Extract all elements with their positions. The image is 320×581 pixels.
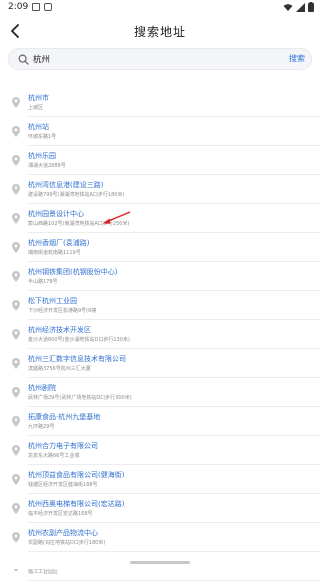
- list-item[interactable]: 杭州三汇数字信息技术有限公司 滨盛路3756号杭州三汇大厦: [0, 349, 320, 378]
- result-address: 农副路(勾庄地铁站D口步行180米): [28, 540, 106, 546]
- list-item[interactable]: 杭州湾信息港(建设三路) 建设路799号(湘湖湾地铁站A口步行180米): [0, 175, 320, 204]
- location-pin-icon: [12, 97, 20, 108]
- result-name: 杭州三汇数字信息技术有限公司: [28, 355, 126, 363]
- result-name: 杭州乐园: [28, 152, 56, 160]
- location-pin-icon: [12, 184, 20, 195]
- location-pin-icon: [12, 155, 20, 166]
- search-button[interactable]: 搜索: [289, 53, 305, 64]
- location-pin-icon: [12, 300, 20, 311]
- result-name: 杭州经济技术开发区: [28, 326, 91, 334]
- signal-icon: [296, 2, 305, 12]
- location-pin-icon: [12, 213, 20, 224]
- result-name: 杭州西奥电梯有限公司(宏达路): [28, 500, 125, 508]
- result-list: 杭州市上城区杭州站环城东路1号 杭州乐园湘湖大道2888号杭州湾信息港(建设三路)…: [0, 88, 320, 581]
- result-name: 杭州剧院: [28, 384, 56, 392]
- result-address: 金沙大道600号(金沙湖地铁站D口步行130米): [28, 337, 130, 343]
- annotation-arrow: [103, 211, 131, 224]
- status-icons: [283, 2, 314, 12]
- list-item[interactable]: 杭州剧院武林广场29号(武林广场地铁站D口步行300米): [0, 378, 320, 407]
- battery-icon: [308, 2, 314, 12]
- list-item[interactable]: 杭州经济技术开发区金沙大道600号(金沙湖地铁站D口步行130米): [0, 320, 320, 349]
- result-address: 半山路178号: [28, 279, 58, 285]
- result-address: 临江工业园区: [28, 569, 59, 575]
- notification-icon: [44, 3, 52, 11]
- list-item[interactable]: 杭州乐园湘湖大道2888号: [0, 146, 320, 175]
- location-pin-icon: [12, 416, 20, 427]
- result-name: 松下杭州工业园: [28, 297, 77, 305]
- result-address: 湘湖大道2888号: [28, 163, 66, 169]
- system-nav-bar: [0, 555, 320, 569]
- list-item[interactable]: 松下杭州工业园下沙经济开发区松港路9号(6幢: [0, 291, 320, 320]
- wifi-icon: [283, 3, 293, 11]
- result-address: 上城区: [28, 105, 44, 111]
- list-item[interactable]: 杭州合力电子有限公司 龙泉东大路66号工业城: [0, 436, 320, 465]
- location-pin-icon: [12, 271, 20, 282]
- result-address: 龙泉东大路66号工业城: [28, 453, 80, 459]
- list-item[interactable]: 杭州西奥电梯有限公司(宏达路) 临平经济开发区宏达路168号: [0, 494, 320, 523]
- result-name: 杭州农副产品物流中心: [28, 529, 98, 537]
- home-indicator[interactable]: [130, 561, 190, 564]
- result-name: 杭州湾信息港(建设三路): [28, 181, 104, 189]
- list-item[interactable]: 杭州园景设计中心 宸山西路102号(南湖湾地铁站A口步行250米): [0, 204, 320, 233]
- location-pin-icon: [12, 329, 20, 340]
- list-item[interactable]: 杭州顶益食品有限公司(健海街) 钱塘区经济开发区健海街188号: [0, 465, 320, 494]
- result-address: 钱塘区经济开发区健海街188号: [28, 482, 98, 488]
- status-bar: 2:09: [0, 0, 320, 14]
- header: 搜索地址: [0, 14, 320, 48]
- search-input[interactable]: [33, 51, 263, 67]
- result-name: 杭州站: [28, 123, 49, 131]
- search-bar: 搜索: [8, 48, 312, 70]
- result-name: 拓康食品·杭州九堡基地: [28, 413, 101, 421]
- list-item[interactable]: 杭州站环城东路1号: [0, 117, 320, 146]
- result-address: 九环路29号: [28, 424, 55, 430]
- result-address: 临平经济开发区宏达路168号: [28, 511, 93, 517]
- search-icon: [18, 54, 29, 65]
- location-pin-icon: [12, 503, 20, 514]
- location-pin-icon: [12, 532, 20, 543]
- location-pin-icon: [12, 358, 20, 369]
- result-name: 杭州顶益食品有限公司(健海街): [28, 471, 125, 479]
- result-name: 杭州钢铁集团(杭钢股份中心): [28, 268, 118, 276]
- location-pin-icon: [12, 474, 20, 485]
- list-item[interactable]: 杭州钢铁集团(杭钢股份中心) 半山路178号: [0, 262, 320, 291]
- result-address: 下沙经济开发区松港路9号(6幢: [28, 308, 97, 314]
- status-time: 2:09: [8, 2, 29, 12]
- notification-icon: [32, 3, 40, 11]
- result-name: 杭州香烟厂(袁浦路): [28, 239, 90, 247]
- location-pin-icon: [12, 387, 20, 398]
- location-pin-icon: [12, 126, 20, 137]
- result-name: 杭州市: [28, 94, 49, 102]
- page-title: 搜索地址: [133, 25, 186, 39]
- result-address: 建设路799号(湘湖湾地铁站A口步行180米): [28, 192, 125, 198]
- location-pin-icon: [12, 445, 20, 456]
- list-item[interactable]: 杭州市 上城区: [0, 88, 320, 117]
- result-address: 环城东路1号: [28, 134, 57, 140]
- result-address: 滨盛路3756号杭州三汇大厦: [28, 366, 91, 372]
- result-address: 瑞南街道杭南路1119号: [28, 250, 81, 256]
- list-item[interactable]: 杭州香烟厂(袁浦路) 瑞南街道杭南路1119号: [0, 233, 320, 262]
- location-pin-icon: [12, 242, 20, 253]
- result-address: 武林广场29号(武林广场地铁站D口步行300米): [28, 395, 132, 401]
- result-name: 杭州合力电子有限公司: [28, 442, 98, 450]
- result-name: 杭州园景设计中心: [28, 210, 84, 218]
- list-item[interactable]: 拓康食品·杭州九堡基地 九环路29号: [0, 407, 320, 436]
- list-item[interactable]: 杭州农副产品物流中心农副路(勾庄地铁站D口步行180米): [0, 523, 320, 552]
